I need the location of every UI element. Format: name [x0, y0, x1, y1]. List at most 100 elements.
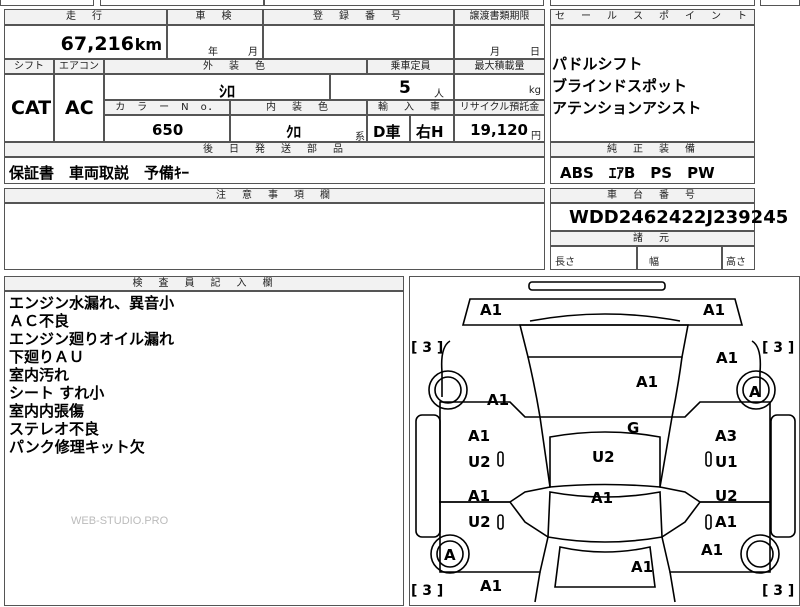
capacity-cell: 5 人 — [330, 74, 454, 100]
mark-front-door-right-bottom: U1 — [715, 453, 738, 471]
registration-header: 登 録 番 号 — [263, 9, 454, 25]
color-no-value: 650 — [152, 121, 184, 139]
equip-cell: ABS ｴｱB PS PW — [550, 157, 755, 184]
sales-line: ブラインドスポット — [552, 77, 688, 95]
mark-rear-door-left-top: A1 — [468, 487, 491, 505]
aircon-value: AC — [65, 97, 94, 119]
inspector-note: エンジン水漏れ、異音小 — [9, 294, 175, 312]
chassis-vin: WDD2462422J239245 — [569, 207, 789, 228]
capacity-value: 5 — [399, 78, 411, 98]
registration-cell — [263, 25, 454, 59]
mark-front-bumper-left: A1 — [480, 301, 503, 319]
inspector-note: パンク修理キット欠 — [9, 438, 145, 456]
mark-rear-door-left-bottom: U2 — [468, 513, 491, 531]
chassis-header: 車 台 番 号 — [550, 188, 755, 203]
mark-front-fender-right: A1 — [716, 349, 739, 367]
mark-front-wheel-right: A — [749, 383, 761, 401]
color-no-header: カ ラ ー N o． — [104, 100, 230, 115]
cut-cell — [550, 0, 755, 6]
transfer-day-label: 日 — [530, 47, 540, 58]
inspector-note: ステレオ不良 — [9, 420, 100, 438]
import-header: 輸 入 車 — [367, 100, 454, 115]
cut-cell — [264, 0, 544, 6]
dims-header: 諸 元 — [550, 231, 755, 246]
recycle-value: 19,120 — [470, 121, 528, 139]
inspector-note: 室内汚れ — [9, 366, 70, 384]
tire-fr-value: 3 — [773, 340, 784, 356]
caution-box — [4, 203, 545, 270]
mark-trunk: A1 — [631, 558, 654, 576]
max-load-header: 最大積載量 — [454, 59, 545, 74]
shift-value: CAT — [11, 97, 52, 119]
inspection-cell: 年 月 — [167, 25, 263, 59]
color-no-cell: 650 — [104, 115, 230, 142]
import-steer: 右H — [416, 123, 444, 141]
recycle-unit: 円 — [531, 131, 541, 142]
inspection-header: 車 検 — [167, 9, 263, 25]
import-drive: D車 — [373, 123, 401, 141]
mileage-cell: 67,216 km — [4, 25, 167, 59]
tire-rl-value: 3 — [422, 583, 433, 599]
exterior-header: 外 装 色 — [104, 59, 367, 74]
equip-value: ABS ｴｱB PS PW — [560, 164, 715, 182]
dims-width-cell: 幅 — [637, 246, 722, 270]
sales-header: セ ー ル ス ポ イ ン ト — [550, 9, 755, 25]
mark-interior-lower: A1 — [591, 489, 614, 507]
inspector-box: エンジン水漏れ、異音小 ＡＣ不良 エンジン廻りオイル漏れ 下廻りＡＵ 室内汚れ … — [4, 291, 404, 606]
mark-rear-wheel-left: A — [444, 546, 456, 564]
mark-rear-fender-right: A1 — [701, 541, 724, 559]
sales-line: パドルシフト — [552, 55, 643, 73]
inspection-month-label: 月 — [248, 47, 258, 58]
car-diagram: A1 A1 A1 A1 A1 A G A1 U2 A3 U1 U2 A1 A1 … — [409, 276, 800, 606]
import-drive-cell: D車 — [367, 115, 410, 142]
mileage-value: 67,216 — [60, 33, 134, 55]
cut-cell — [100, 0, 264, 6]
mark-roof: G — [627, 419, 640, 437]
mark-front-door-left-bottom: U2 — [468, 453, 491, 471]
tire-fr: [ 3 ] — [762, 340, 795, 356]
dims-height-label: 高さ — [726, 257, 746, 268]
interior-cell: ｸﾛ 系 — [230, 115, 367, 143]
inspector-note: 室内内張傷 — [9, 402, 85, 420]
parts-value: 保証書 車両取説 予備ｷｰ — [9, 164, 190, 182]
mark-rear-door-right-top: U2 — [715, 487, 738, 505]
import-steer-cell: 右H — [410, 115, 454, 142]
tire-rr: [ 3 ] — [762, 583, 795, 599]
dims-length-label: 長さ — [555, 257, 575, 268]
aircon-header: エアコン — [54, 59, 104, 74]
sales-box: パドルシフト ブラインドスポット アテンションアシスト — [550, 25, 755, 142]
mark-interior-upper: U2 — [592, 448, 615, 466]
mark-rear-door-right-bottom: A1 — [715, 513, 738, 531]
inspector-note: 下廻りＡＵ — [9, 348, 85, 366]
parts-cell: 保証書 車両取説 予備ｷｰ — [4, 157, 545, 184]
capacity-unit: 人 — [434, 89, 444, 100]
caution-header: 注 意 事 項 欄 — [4, 188, 545, 203]
interior-suffix: 系 — [355, 132, 365, 143]
interior-header: 内 装 色 — [230, 100, 367, 115]
dims-height-cell: 高さ — [722, 246, 755, 270]
equip-header: 純 正 装 備 — [550, 142, 755, 157]
inspector-note: エンジン廻りオイル漏れ — [9, 330, 175, 348]
cut-cell — [760, 0, 800, 6]
capacity-header: 乗車定員 — [367, 59, 454, 74]
mileage-unit: km — [134, 35, 162, 54]
dims-width-label: 幅 — [649, 257, 659, 268]
transfer-cell: 月 日 — [454, 25, 545, 59]
exterior-color: ｼﾛ — [219, 82, 236, 101]
shift-cell: CAT — [4, 74, 54, 142]
sales-lines: パドルシフト ブラインドスポット アテンションアシスト — [552, 53, 701, 119]
chassis-cell: WDD2462422J239245 — [550, 203, 788, 231]
transfer-header: 譲渡書類期限 — [454, 9, 545, 25]
recycle-cell: 19,120 円 — [454, 115, 545, 142]
aircon-cell: AC — [54, 74, 104, 142]
recycle-header: リサイクル預託金 — [454, 100, 545, 115]
tire-fl-value: 3 — [422, 340, 433, 356]
inspector-notes: エンジン水漏れ、異音小 ＡＣ不良 エンジン廻りオイル漏れ 下廻りＡＵ 室内汚れ … — [9, 294, 174, 456]
max-load-cell: kg — [454, 74, 545, 100]
tire-rr-value: 3 — [773, 583, 784, 599]
tire-rl: [ 3 ] — [411, 583, 444, 599]
transfer-month-label: 月 — [490, 47, 500, 58]
inspection-year-label: 年 — [208, 47, 218, 58]
inspector-note: ＡＣ不良 — [9, 312, 70, 330]
interior-color: ｸﾛ — [286, 123, 302, 141]
